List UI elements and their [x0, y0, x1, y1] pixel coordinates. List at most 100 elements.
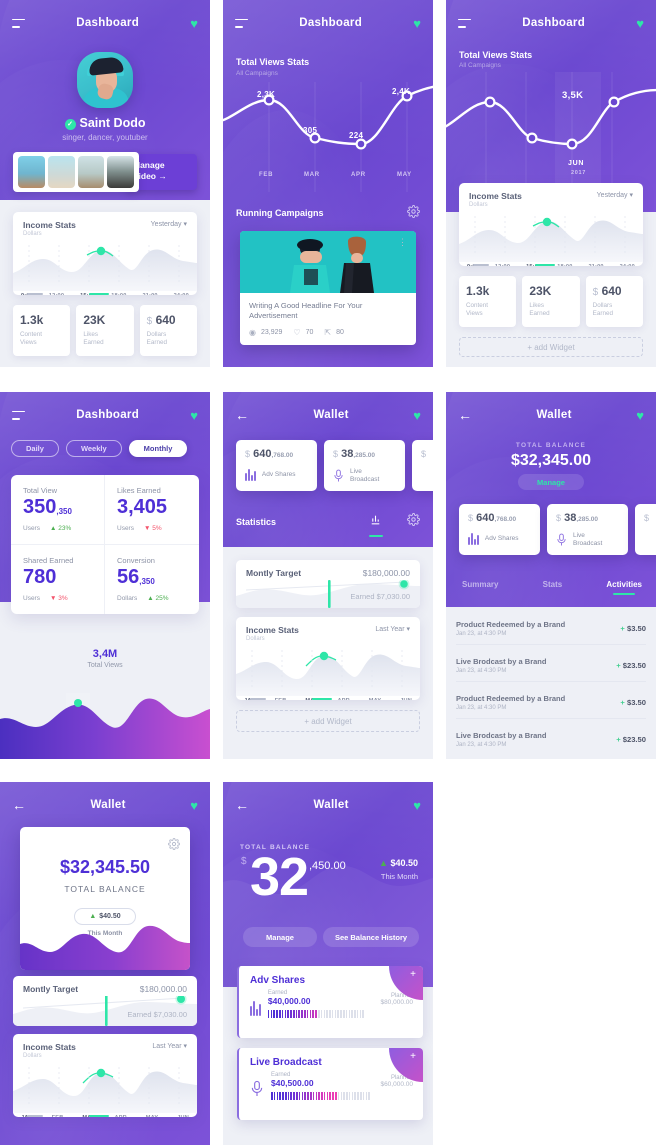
- heart-icon[interactable]: ♥: [636, 17, 644, 30]
- activity-row[interactable]: Product Redeemed by a Brand Jan 23, at 4…: [456, 694, 646, 719]
- heart-icon[interactable]: ♥: [190, 409, 198, 422]
- stat-label: Likes Earned: [529, 302, 550, 317]
- activity-amount: + $23.50: [616, 735, 646, 744]
- metric-cell[interactable]: Conversion 56,350 Dollars ▲ 25%: [105, 545, 199, 614]
- shares-count: 80: [336, 329, 344, 336]
- back-arrow-icon[interactable]: ←: [235, 798, 249, 812]
- video-thumbnails[interactable]: [13, 152, 139, 192]
- stat-card[interactable]: $ 640 Dollars Earned: [139, 305, 197, 356]
- add-widget-button[interactable]: + add Widget: [459, 337, 643, 357]
- axis-tick: MAY: [369, 698, 382, 700]
- metric-footer: Users ▼ 3%: [23, 595, 68, 602]
- video-thumbnail[interactable]: [77, 156, 105, 188]
- microphone-icon: [251, 1080, 263, 1096]
- program-card-live-broadcast[interactable]: + Live Broadcast Earned $40,500.00 Plann…: [237, 1048, 423, 1120]
- back-arrow-icon[interactable]: ←: [235, 408, 249, 422]
- stat-card[interactable]: 23K Likes Earned: [522, 276, 580, 327]
- heart-outline-icon[interactable]: ♡: [293, 328, 300, 337]
- wallet-card-next[interactable]: $: [635, 504, 656, 555]
- metric-cell[interactable]: Shared Earned 780 Users ▼ 3%: [11, 545, 105, 614]
- axis-tick: APR: [115, 1115, 127, 1117]
- tab-stats[interactable]: Stats: [543, 580, 563, 595]
- video-thumbnail[interactable]: [18, 156, 45, 188]
- total-views-value: 3,4M: [92, 648, 118, 660]
- segment-weekly[interactable]: Weekly: [65, 440, 122, 457]
- see-balance-history-button[interactable]: See Balance History: [323, 927, 419, 947]
- monthly-target-title: Montly Target: [246, 568, 302, 578]
- more-options-icon[interactable]: ⋮: [398, 238, 407, 247]
- activity-row[interactable]: Live Brodcast by a Brand Jan 23, at 4:30…: [456, 731, 646, 755]
- metric-cell[interactable]: Likes Earned 3,405 Users ▼ 5%: [105, 475, 199, 545]
- progress-ticks: [267, 1010, 413, 1018]
- views-stats-title: Total Views Stats: [236, 57, 310, 67]
- heart-icon[interactable]: ♥: [190, 17, 198, 30]
- income-range-dropdown[interactable]: Yesterday ▾: [597, 191, 633, 199]
- profile-name: Saint Dodo: [79, 116, 146, 130]
- wallet-card-adv-shares[interactable]: $ 640,768.00 Adv Shares: [236, 440, 317, 491]
- program-card-adv-shares[interactable]: + Adv Shares Earned $40,000.00 Planned $…: [237, 966, 423, 1038]
- heart-icon[interactable]: ♥: [413, 17, 421, 30]
- stat-card[interactable]: 1.3k Content Views: [13, 305, 71, 356]
- manage-button[interactable]: Manage: [243, 927, 317, 947]
- income-range-dropdown[interactable]: Yesterday ▾: [151, 220, 187, 228]
- stat-value: $ 640: [592, 284, 622, 298]
- activity-row[interactable]: Product Redeemed by a Brand Jan 23, at 4…: [456, 620, 646, 645]
- activity-row[interactable]: Live Brodcast by a Brand Jan 23, at 4:30…: [456, 657, 646, 682]
- manage-video-label-2: Video →: [133, 171, 167, 181]
- stat-value: 1.3k: [466, 284, 490, 298]
- income-range-dropdown[interactable]: Last Year ▾: [152, 1042, 187, 1050]
- active-tick-indicator: [535, 264, 555, 266]
- stat-value: 23K: [529, 284, 552, 298]
- avatar[interactable]: [77, 52, 133, 108]
- stat-value: $ 640: [146, 313, 176, 327]
- wallet-card-next[interactable]: $: [412, 440, 433, 491]
- income-stats-title: Income Stats: [23, 220, 76, 230]
- wallet-card-live-broadcast[interactable]: $ 38,285.00 Live Broadcast: [324, 440, 405, 491]
- activity-title: Live Brodcast by a Brand: [456, 657, 547, 666]
- stat-card[interactable]: 23K Likes Earned: [76, 305, 134, 356]
- bar-chart-tab-icon[interactable]: [369, 513, 383, 538]
- income-area-chart: [13, 1061, 197, 1113]
- wallet-card-adv-shares[interactable]: $ 640,768.00 Adv Shares: [459, 504, 540, 555]
- stat-card[interactable]: 1.3k Content Views: [459, 276, 517, 327]
- balance-value: $32,345.50: [59, 857, 151, 877]
- tab-summary[interactable]: Summary: [462, 580, 498, 595]
- heart-icon[interactable]: ♥: [413, 799, 421, 812]
- menu-icon[interactable]: [235, 18, 248, 28]
- menu-icon[interactable]: [12, 18, 25, 28]
- share-icon[interactable]: ⇱: [324, 328, 331, 337]
- heart-icon[interactable]: ♥: [190, 799, 198, 812]
- chart-peak-label: 3,5K: [562, 90, 584, 101]
- settings-gear-icon[interactable]: [168, 837, 180, 855]
- axis-tick: FEB: [52, 1115, 64, 1117]
- activity-date: Jan 23, at 4:30 PM: [456, 631, 507, 637]
- back-arrow-icon[interactable]: ←: [458, 408, 472, 422]
- axis-tick: APR: [338, 698, 350, 700]
- metric-label: Conversion: [117, 556, 155, 565]
- menu-icon[interactable]: [458, 18, 471, 28]
- wallet-cards-row: $ 640,768.00 Adv Shares $ 38,285.00 Live…: [459, 504, 656, 555]
- heart-icon[interactable]: ♥: [636, 409, 644, 422]
- settings-gear-icon[interactable]: [407, 205, 420, 223]
- metric-label: Shared Earned: [23, 556, 74, 565]
- metric-cell[interactable]: Total View 350,350 Users ▲ 23%: [11, 475, 105, 545]
- segment-monthly[interactable]: Monthly: [128, 440, 188, 457]
- add-widget-button[interactable]: + add Widget: [236, 710, 420, 732]
- wallet-card-live-broadcast[interactable]: $ 38,285.00 Live Broadcast: [547, 504, 628, 555]
- tab-activities[interactable]: Activities: [606, 580, 642, 595]
- campaign-card[interactable]: ⋮ Writing A Good Headline For Your Adver…: [240, 231, 416, 345]
- screen-dashboard-profile: Dashboard ♥ ✓ Saint Dodo singer, dancer, …: [0, 0, 210, 367]
- stat-card[interactable]: $ 640 Dollars Earned: [585, 276, 643, 327]
- verified-badge-icon: ✓: [64, 119, 76, 130]
- income-range-dropdown[interactable]: Last Year ▾: [375, 625, 410, 633]
- segment-daily[interactable]: Daily: [11, 440, 59, 457]
- back-arrow-icon[interactable]: ←: [12, 798, 26, 812]
- income-stats-card: Income Stats Dollars Last Year ▾: [13, 1034, 197, 1117]
- menu-icon[interactable]: [12, 410, 25, 420]
- progress-ticks: [271, 1092, 413, 1100]
- settings-gear-icon[interactable]: [407, 513, 420, 531]
- manage-button[interactable]: Manage: [518, 474, 584, 490]
- video-thumbnail[interactable]: [107, 156, 134, 188]
- video-thumbnail[interactable]: [47, 156, 75, 188]
- heart-icon[interactable]: ♥: [413, 409, 421, 422]
